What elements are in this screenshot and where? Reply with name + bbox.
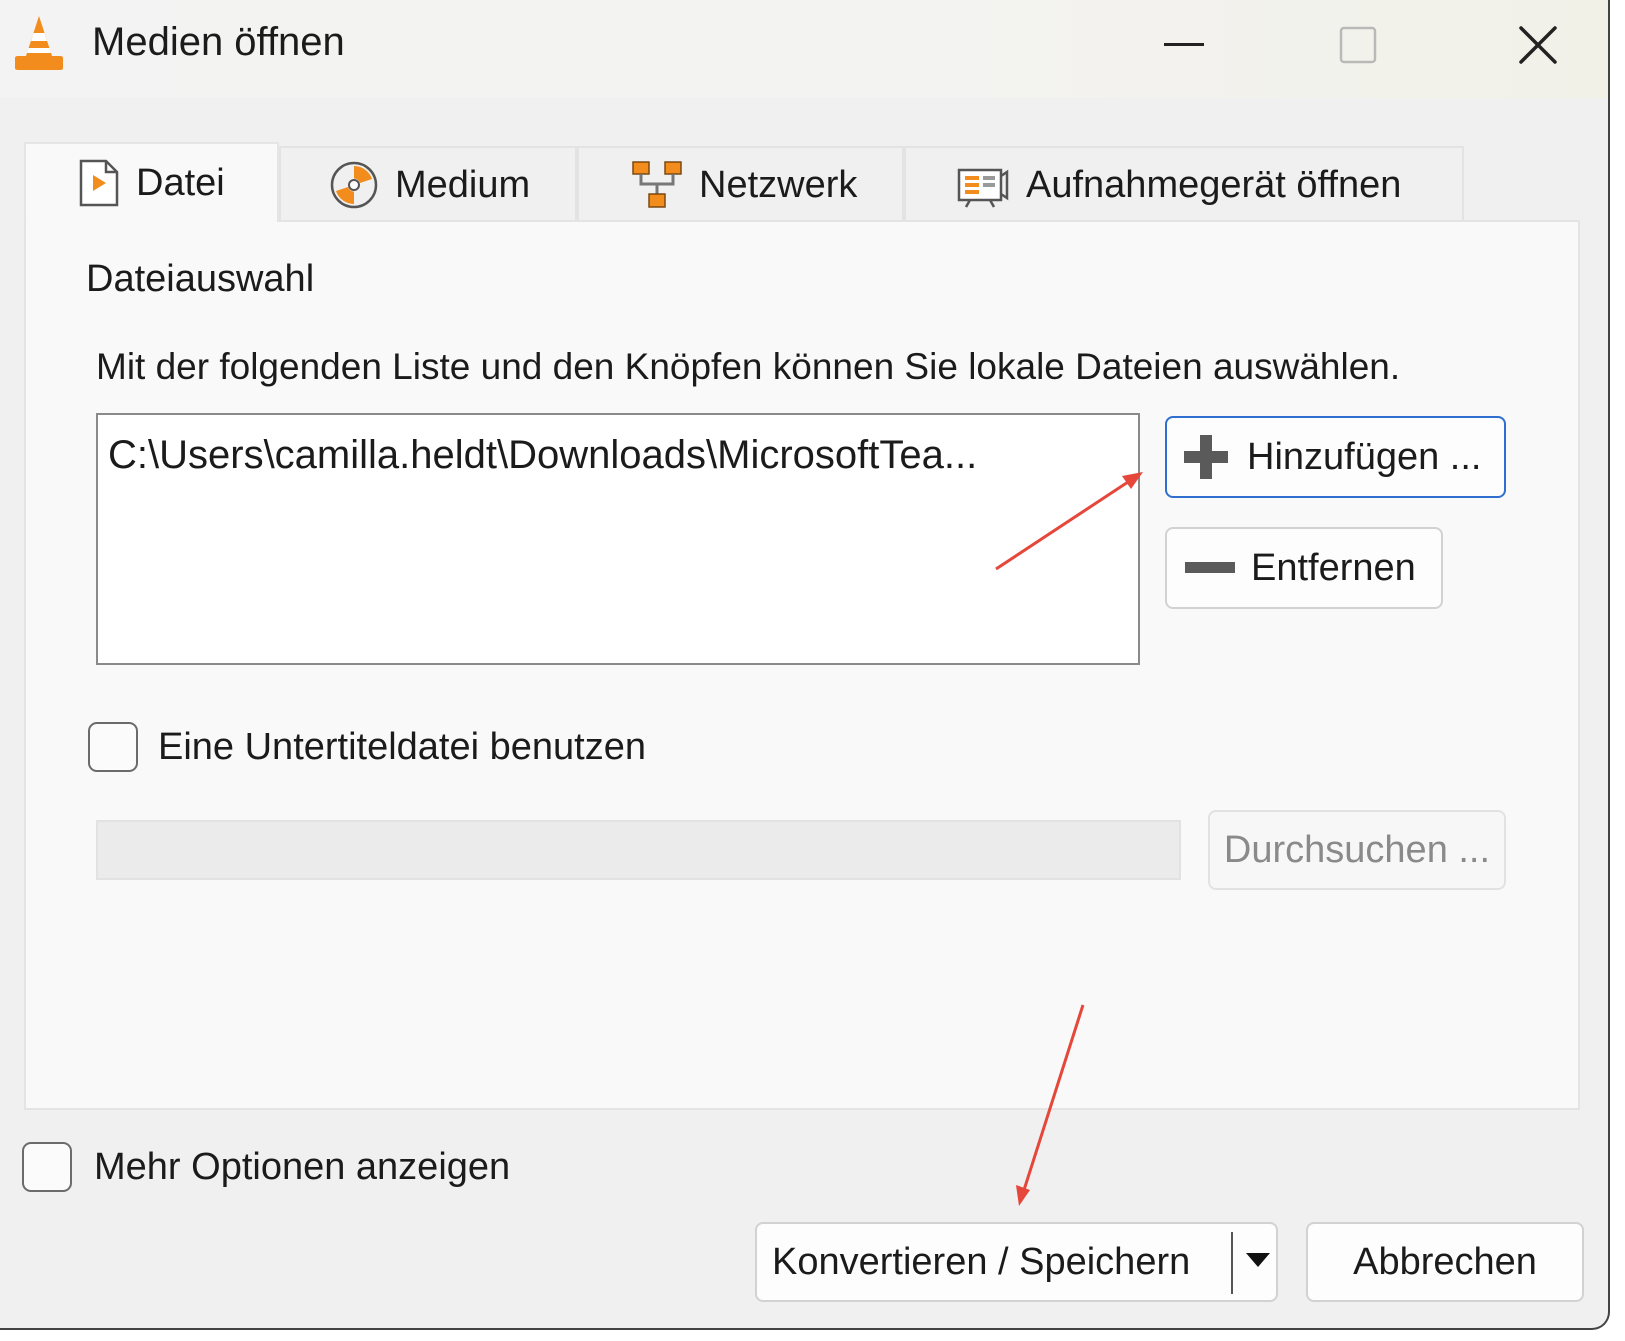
subtitle-checkbox-label[interactable]: Eine Untertiteldatei benutzen [158, 726, 646, 769]
tab-medium[interactable]: Medium [279, 146, 577, 222]
remove-file-button[interactable]: Entfernen [1165, 527, 1443, 609]
minimize-icon [1164, 43, 1204, 47]
disc-icon [329, 160, 379, 210]
file-selection-hint: Mit der folgenden Liste und den Knöpfen … [96, 346, 1401, 387]
tab-netzwerk[interactable]: Netzwerk [577, 146, 904, 222]
chevron-down-icon[interactable] [1245, 1252, 1271, 1273]
split-divider [1231, 1232, 1233, 1294]
tab-datei[interactable]: Datei [24, 142, 279, 222]
tab-label: Aufnahmegerät öffnen [1026, 163, 1402, 206]
browse-button: Durchsuchen ... [1208, 810, 1506, 890]
more-options-label[interactable]: Mehr Optionen anzeigen [94, 1146, 510, 1189]
plus-icon [1181, 432, 1231, 482]
convert-save-label: Konvertieren / Speichern [772, 1240, 1191, 1283]
list-item[interactable]: C:\Users\camilla.heldt\Downloads\Microso… [108, 433, 977, 478]
maximize-icon [1339, 26, 1377, 64]
add-file-label: Hinzufügen ... [1247, 435, 1482, 478]
browse-label: Durchsuchen ... [1223, 828, 1491, 871]
more-options-checkbox[interactable] [22, 1142, 72, 1192]
capture-device-icon [956, 162, 1010, 208]
convert-save-button[interactable]: Konvertieren / Speichern [755, 1222, 1278, 1302]
maximize-button[interactable] [1298, 10, 1418, 80]
add-file-button[interactable]: Hinzufügen ... [1165, 416, 1506, 498]
subtitle-checkbox[interactable] [88, 722, 138, 772]
file-selection-legend: Dateiauswahl [76, 258, 325, 301]
minimize-button[interactable] [1124, 10, 1244, 80]
vlc-cone-icon [12, 12, 66, 74]
tab-label: Datei [136, 161, 225, 204]
network-icon [631, 160, 683, 210]
cancel-label: Abbrechen [1353, 1240, 1537, 1283]
close-button[interactable] [1478, 10, 1598, 80]
subtitle-file-input [96, 820, 1181, 880]
tab-label: Netzwerk [699, 163, 858, 206]
more-options-toggle[interactable]: Mehr Optionen anzeigen [22, 1142, 510, 1192]
cancel-button[interactable]: Abbrechen [1306, 1222, 1584, 1302]
close-icon [1518, 25, 1558, 65]
file-play-icon [78, 158, 120, 208]
minus-icon [1185, 561, 1235, 575]
open-media-dialog: Medien öffnen Datei Medium Netzwerk Aufn… [0, 0, 1610, 1330]
subtitle-legend: Eine Untertiteldatei benutzen [78, 722, 656, 772]
title-bar: Medien öffnen [0, 0, 1608, 98]
remove-file-label: Entfernen [1251, 546, 1416, 589]
file-list[interactable]: C:\Users\camilla.heldt\Downloads\Microso… [96, 413, 1140, 665]
tab-aufnahmegeraet[interactable]: Aufnahmegerät öffnen [904, 146, 1464, 222]
tab-label: Medium [395, 163, 531, 206]
window-title: Medien öffnen [92, 20, 345, 64]
